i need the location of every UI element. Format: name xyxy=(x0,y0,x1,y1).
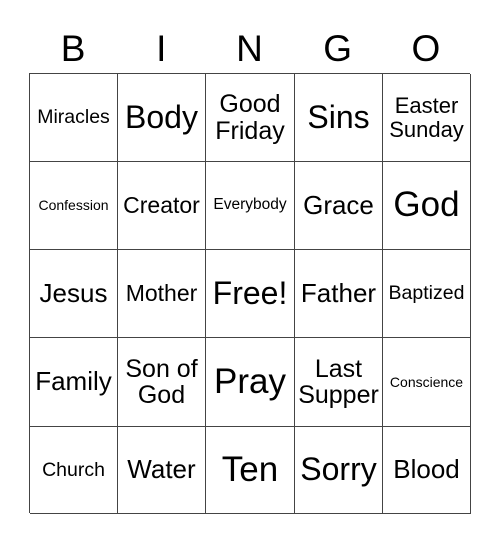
bingo-cell[interactable]: Father xyxy=(295,250,383,338)
bingo-header: B I N G O xyxy=(29,26,470,72)
bingo-cell[interactable]: Blood xyxy=(383,427,471,514)
bingo-cell[interactable]: Sorry xyxy=(295,427,383,514)
bingo-cell-label: Pray xyxy=(214,361,286,401)
bingo-cell[interactable]: Body xyxy=(118,74,206,162)
bingo-cell[interactable]: Creator xyxy=(118,162,206,250)
bingo-cell-label: Free! xyxy=(212,274,288,311)
bingo-cell-label: Family xyxy=(35,366,112,397)
header-letter-b: B xyxy=(60,28,86,69)
bingo-cell[interactable]: Conscience xyxy=(383,338,471,427)
bingo-cell-label: Sorry xyxy=(300,451,377,488)
bingo-cell[interactable]: Baptized xyxy=(383,250,471,338)
bingo-cell[interactable]: Water xyxy=(118,427,206,514)
bingo-cell-label: Jesus xyxy=(39,277,108,308)
bingo-cell-label: Last Supper xyxy=(298,354,379,409)
bingo-cell-label: Church xyxy=(42,458,105,481)
bingo-cell-label: Water xyxy=(127,454,196,485)
bingo-cell-label: Body xyxy=(125,98,198,135)
header-letter-i: I xyxy=(156,28,167,69)
bingo-cell-label: Conscience xyxy=(389,373,464,390)
header-letter-o: O xyxy=(411,28,441,69)
bingo-cell[interactable]: Everybody xyxy=(206,162,295,250)
bingo-cell[interactable]: Free! xyxy=(206,250,295,338)
bingo-cell-label: Good Friday xyxy=(215,90,285,145)
bingo-cell-label: Mother xyxy=(125,280,198,307)
bingo-cell[interactable]: Grace xyxy=(295,162,383,250)
bingo-cell-label: Grace xyxy=(303,189,374,220)
bingo-cell[interactable]: Easter Sunday xyxy=(383,74,471,162)
bingo-cell[interactable]: Miracles xyxy=(30,74,118,162)
bingo-cell-label: Easter Sunday xyxy=(389,93,464,142)
bingo-cell-label: Ten xyxy=(221,449,279,489)
bingo-cell[interactable]: Confession xyxy=(30,162,118,250)
bingo-cell[interactable]: Mother xyxy=(118,250,206,338)
bingo-cell[interactable]: Jesus xyxy=(30,250,118,338)
bingo-cell[interactable]: Family xyxy=(30,338,118,427)
bingo-cell-label: Creator xyxy=(123,192,200,219)
bingo-cell[interactable]: Good Friday xyxy=(206,74,295,162)
bingo-cell[interactable]: Sins xyxy=(295,74,383,162)
bingo-cell[interactable]: Pray xyxy=(206,338,295,427)
bingo-cell[interactable]: Church xyxy=(30,427,118,514)
header-letter-g: G xyxy=(323,28,353,69)
bingo-cell[interactable]: God xyxy=(383,162,471,250)
bingo-cell[interactable]: Ten xyxy=(206,427,295,514)
bingo-cell-label: Everybody xyxy=(213,196,287,214)
bingo-cell-label: Son of God xyxy=(125,354,198,409)
bingo-cell[interactable]: Last Supper xyxy=(295,338,383,427)
bingo-cell[interactable]: Son of God xyxy=(118,338,206,427)
header-letter-n: N xyxy=(236,28,263,69)
bingo-cell-label: Father xyxy=(300,277,377,308)
bingo-cell-label: Sins xyxy=(307,98,370,135)
bingo-cell-label: Confession xyxy=(38,197,109,214)
bingo-cell-label: Blood xyxy=(393,454,460,485)
bingo-grid: Miracles Body Good Friday Sins Easter Sunday… xyxy=(29,73,471,514)
bingo-cell-label: Miracles xyxy=(37,106,110,129)
bingo-cell-label: God xyxy=(393,185,460,225)
bingo-cell-label: Baptized xyxy=(388,282,465,305)
